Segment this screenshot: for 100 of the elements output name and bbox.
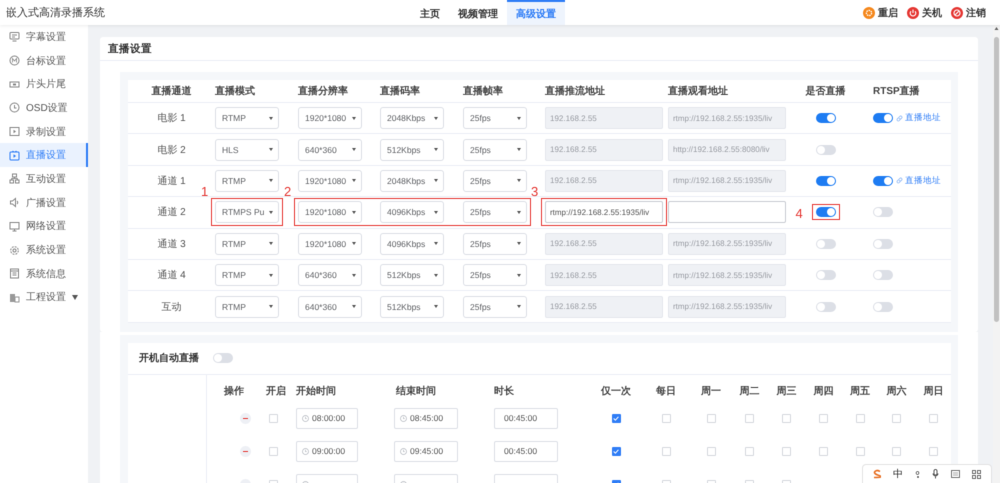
network-icon (9, 173, 20, 184)
action-button[interactable]: 关机 (907, 6, 942, 20)
sidebar-item[interactable]: 广播设置 (0, 190, 88, 214)
start-time-field[interactable]: 08:00:00 (296, 408, 358, 429)
dropdown[interactable]: 640*360 (298, 264, 362, 286)
toggle-switch[interactable] (816, 238, 836, 249)
dropdown[interactable]: HLS (215, 138, 279, 161)
toggle-switch[interactable] (873, 176, 893, 186)
dropdown[interactable]: 25fps (463, 201, 527, 224)
view-url-field[interactable] (668, 201, 786, 224)
sidebar-item[interactable]: 互动设置 (0, 167, 88, 191)
caret-icon (269, 305, 273, 308)
toggle-switch[interactable] (816, 113, 836, 124)
dropdown[interactable]: 2048Kbps (380, 107, 444, 130)
app-title: 嵌入式高清录播系统 (5, 6, 106, 20)
push-url-field[interactable]: rtmp://192.168.2.55:1935/liv (545, 201, 663, 224)
dropdown[interactable]: 640*360 (298, 296, 362, 318)
toggle-switch[interactable] (873, 207, 893, 218)
toggle-switch[interactable] (213, 353, 233, 364)
annotation-box (812, 204, 840, 220)
sidebar-item[interactable]: 台标设置 (0, 48, 88, 72)
dropdown[interactable]: 25fps (463, 107, 527, 130)
toggle-switch[interactable] (816, 207, 836, 218)
dropdown[interactable]: 4096Kbps (380, 232, 444, 255)
dropdown[interactable]: RTMP (215, 107, 279, 130)
toggle-switch[interactable] (816, 302, 836, 312)
clock-icon (302, 414, 309, 422)
dropdown[interactable]: 25fps (463, 296, 527, 318)
sidebar-item[interactable]: 网络设置 (0, 214, 88, 238)
caret-icon (352, 210, 356, 214)
sidebar-item[interactable]: OSD设置 (0, 96, 88, 120)
toggle-switch[interactable] (816, 144, 836, 155)
nav-tab[interactable]: 高级设置 (507, 0, 565, 25)
sidebar-item[interactable]: 录制设置 (0, 120, 88, 144)
dropdown[interactable]: 25fps (463, 264, 527, 286)
caret-icon (517, 148, 521, 152)
checkbox[interactable] (612, 414, 620, 423)
column-header: 直播分辨率 (298, 84, 348, 98)
channel-name: 通道 3 (157, 238, 186, 251)
input-mode-label[interactable]: 中 (893, 467, 903, 481)
column-header: 直播观看地址 (668, 84, 728, 98)
stream-link[interactable]: 直播地址 (896, 174, 941, 187)
column-header: 仅一次 (601, 384, 631, 398)
dropdown[interactable]: 1920*1080 (298, 170, 362, 192)
dropdown[interactable]: 512Kbps (380, 264, 444, 286)
caret-icon (269, 274, 273, 277)
column-header: 结束时间 (396, 384, 436, 398)
duration-field[interactable]: 00:45:00 (494, 408, 558, 429)
end-time-field[interactable]: 08:45:00 (394, 408, 458, 429)
sidebar-item[interactable]: 片头片尾 (0, 72, 88, 96)
stream-link[interactable]: 直播地址 (896, 112, 941, 124)
caret-icon (434, 210, 438, 214)
dropdown[interactable]: RTMP (215, 264, 279, 286)
toggle-switch[interactable] (873, 113, 893, 124)
caret-icon (434, 116, 438, 120)
toggle-switch[interactable] (873, 302, 893, 312)
input-method-icon (873, 469, 881, 479)
checkbox[interactable] (612, 446, 620, 456)
sidebar-item[interactable]: 系统设置 (0, 238, 88, 262)
remove-button[interactable] (240, 446, 251, 457)
power-icon (907, 6, 919, 18)
caret-icon (517, 179, 521, 182)
dropdown[interactable]: 25fps (463, 232, 527, 255)
column-header: 开始时间 (296, 384, 336, 398)
nav-tab[interactable]: 主页 (411, 0, 449, 25)
toggle-switch[interactable] (816, 176, 836, 186)
action-button[interactable]: 注销 (951, 6, 986, 20)
dropdown[interactable]: RTMPS Pu (215, 201, 279, 224)
sidebar-item[interactable]: 字幕设置 (0, 25, 88, 49)
column-header: 是否直播 (806, 84, 846, 98)
toggle-switch[interactable] (816, 270, 836, 280)
nav-tab[interactable]: 视频管理 (449, 0, 507, 25)
dropdown[interactable]: 512Kbps (380, 296, 444, 318)
dropdown[interactable]: 1920*1080 (298, 201, 362, 224)
dropdown[interactable]: 640*360 (298, 138, 362, 161)
remove-button[interactable] (240, 412, 251, 424)
dropdown[interactable]: 25fps (463, 138, 527, 161)
dropdown[interactable]: 2048Kbps (380, 170, 444, 192)
start-time-field[interactable]: 09:00:00 (296, 440, 358, 462)
caret-icon (72, 294, 78, 300)
dropdown[interactable]: 1920*1080 (298, 232, 362, 255)
sidebar-item[interactable]: 直播设置 (0, 143, 88, 168)
dropdown[interactable]: 512Kbps (380, 138, 444, 161)
dropdown[interactable]: 25fps (463, 170, 527, 192)
duration-field[interactable]: 00:45:00 (494, 440, 558, 462)
sidebar-item[interactable]: 工程设置 (0, 286, 88, 310)
annotation-number: 4 (796, 207, 803, 220)
action-button[interactable]: 重启 (863, 6, 898, 20)
dropdown[interactable]: RTMP (215, 232, 279, 255)
dropdown[interactable]: 1920*1080 (298, 107, 362, 130)
setting-label: 开机自动直播 (139, 352, 200, 366)
column-header: 直播推流地址 (545, 84, 605, 98)
toggle-switch[interactable] (873, 238, 893, 249)
sidebar-item[interactable]: 系统信息 (0, 262, 88, 286)
dropdown[interactable]: RTMP (215, 296, 279, 318)
dropdown[interactable]: 4096Kbps (380, 201, 444, 224)
toggle-switch[interactable] (873, 270, 893, 280)
clock-icon (400, 414, 407, 422)
end-time-field[interactable]: 09:45:00 (394, 440, 458, 462)
dropdown[interactable]: RTMP (215, 170, 279, 192)
